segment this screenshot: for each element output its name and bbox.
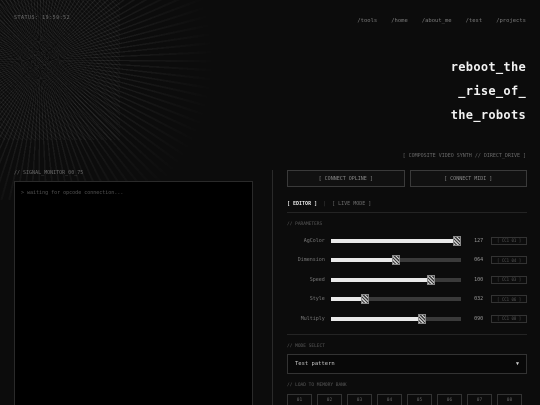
memory-slot[interactable]: 03: [347, 393, 372, 405]
slider-fill: [330, 277, 432, 282]
slider-fill: [330, 316, 423, 321]
param-name: AgColor: [303, 237, 325, 244]
mode-select[interactable]: Test pattern ▼: [287, 353, 527, 374]
title-line-3: the_robots: [450, 108, 526, 122]
title-line-2: _rise_of_: [458, 84, 526, 98]
status-clock: STATUS: 19:59:52: [14, 15, 71, 21]
cc-mapping-button[interactable]: [ CC1 08 ]: [491, 314, 527, 323]
slider-thumb[interactable]: [453, 235, 462, 246]
page-title: reboot_the _rise_of_ the_robots: [451, 55, 526, 127]
param-slider[interactable]: [330, 255, 462, 266]
tab-separator: |: [323, 201, 327, 207]
param-row: Speed 100 [ CC1 03 ]: [287, 270, 527, 290]
slider-thumb[interactable]: [418, 313, 427, 324]
slider-thumb[interactable]: [427, 274, 436, 285]
param-slider[interactable]: [330, 294, 462, 305]
cc-mapping-button[interactable]: [ CC1 03 ]: [491, 275, 527, 284]
param-slider[interactable]: [330, 313, 462, 324]
param-name: Speed: [309, 276, 325, 283]
control-panel: [ CONNECT OPLINE ] [ CONNECT MIDI ] [ ED…: [287, 170, 527, 405]
nav-home[interactable]: /home: [391, 18, 408, 24]
caret-down-icon: ▼: [515, 360, 519, 367]
memory-slot[interactable]: 05: [407, 393, 432, 405]
nav-test[interactable]: /test: [466, 18, 483, 24]
param-value: 100: [474, 276, 484, 283]
params-divider: [287, 333, 527, 335]
tabs-divider: [287, 212, 527, 213]
monitor-label: // SIGNAL_MONITOR_00_75: [14, 170, 84, 176]
slider-fill: [330, 238, 458, 243]
param-slider[interactable]: [330, 235, 462, 246]
memory-bank-label: // LOAD TO MEMORY BANK: [287, 382, 347, 388]
top-nav: /tools /home /about_me /test /projects: [357, 18, 526, 24]
param-name: Dimension: [297, 257, 325, 264]
memory-bank-row: 01 02 03 04 05 06 07 08: [287, 393, 527, 405]
param-name: Multiply: [300, 315, 325, 322]
nav-projects[interactable]: /projects: [496, 18, 526, 24]
cc-mapping-button[interactable]: [ CC1 04 ]: [491, 256, 527, 265]
panel-divider: [272, 170, 273, 405]
param-name: Style: [309, 296, 325, 303]
param-value: 064: [474, 257, 484, 264]
page-subtitle: [ COMPOSITE VIDEO SYNTH // DIRECT_DRIVE …: [402, 153, 526, 159]
title-line-1: reboot_the: [450, 60, 526, 74]
slider-fill: [330, 297, 365, 302]
parameters-label: // PARAMETERS: [287, 222, 323, 227]
connect-row: [ CONNECT OPLINE ] [ CONNECT MIDI ]: [287, 170, 527, 187]
param-row: Dimension 064 [ CC1 04 ]: [287, 251, 527, 271]
cc-mapping-button[interactable]: [ CC1 06 ]: [491, 295, 527, 304]
memory-slot[interactable]: 08: [497, 393, 522, 405]
mode-select-value: Test pattern: [295, 360, 335, 367]
tab-editor[interactable]: [ EDITOR ]: [287, 201, 317, 207]
param-slider[interactable]: [330, 274, 462, 285]
param-value: 032: [474, 296, 484, 303]
param-value: 127: [474, 237, 484, 244]
signal-monitor: > waiting for opcode connection...: [14, 181, 253, 405]
monitor-message: > waiting for opcode connection...: [21, 190, 124, 196]
slider-thumb[interactable]: [392, 255, 401, 266]
param-row: Style 032 [ CC1 06 ]: [287, 290, 527, 310]
param-row: Multiply 090 [ CC1 08 ]: [287, 309, 527, 329]
memory-slot[interactable]: 04: [377, 393, 402, 405]
slider-fill: [330, 258, 397, 263]
param-row: AgColor 127 [ CC1 01 ]: [287, 231, 527, 251]
memory-slot[interactable]: 01: [287, 393, 312, 405]
connect-opline-button[interactable]: [ CONNECT OPLINE ]: [287, 170, 405, 187]
connect-midi-button[interactable]: [ CONNECT MIDI ]: [409, 170, 527, 187]
memory-slot[interactable]: 07: [467, 393, 492, 405]
memory-slot[interactable]: 06: [437, 393, 462, 405]
parameters-list: AgColor 127 [ CC1 01 ] Dimension 064 [ C…: [287, 231, 527, 329]
nav-about-me[interactable]: /about_me: [422, 18, 452, 24]
mode-select-label: // MODE SELECT: [287, 343, 325, 349]
memory-slot[interactable]: 02: [317, 393, 342, 405]
cc-mapping-button[interactable]: [ CC1 01 ]: [491, 236, 527, 245]
noise-texture: [0, 0, 120, 140]
nav-tools[interactable]: /tools: [357, 18, 377, 24]
tab-live-mode[interactable]: [ LIVE MODE ]: [332, 201, 371, 207]
param-value: 090: [474, 315, 484, 322]
mode-tabs: [ EDITOR ] | [ LIVE MODE ]: [287, 201, 527, 207]
slider-thumb[interactable]: [360, 294, 369, 305]
